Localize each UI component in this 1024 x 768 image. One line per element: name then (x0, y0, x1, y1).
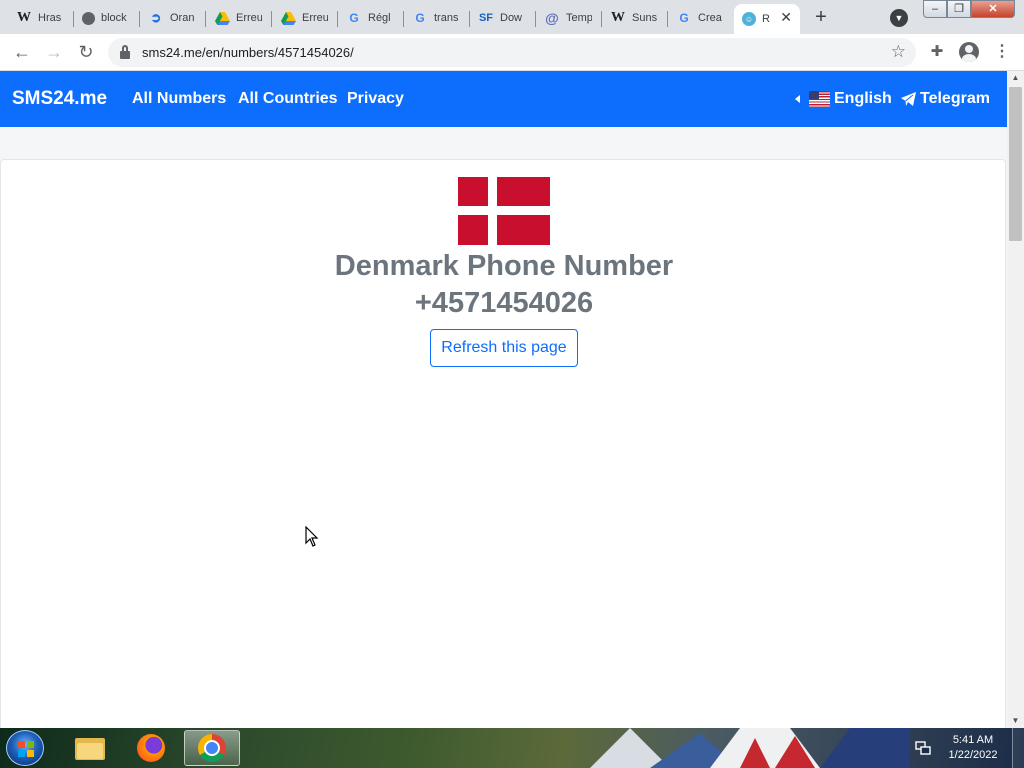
chat-bubble-icon: ☺ (742, 12, 756, 26)
window-controls: – ❐ ✕ (923, 0, 1015, 20)
google-drive-icon (280, 10, 296, 26)
firefox-icon (137, 734, 165, 762)
new-tab-button[interactable]: + (808, 5, 834, 31)
show-desktop-button[interactable] (1012, 728, 1024, 768)
denmark-flag-icon (458, 177, 550, 245)
profile-avatar-icon[interactable] (959, 42, 979, 62)
tab-label: Temp (566, 12, 592, 24)
lock-icon[interactable] (120, 45, 130, 59)
nav-link-all-numbers[interactable]: All Numbers (132, 90, 226, 108)
chrome-icon (198, 734, 226, 762)
browser-tab[interactable]: W Suns (602, 4, 668, 32)
tab-label: Régl (368, 12, 391, 24)
browser-tab[interactable]: ➲ Oran (140, 4, 206, 32)
site-brand-link[interactable]: SMS24.me (12, 88, 107, 110)
maximize-button[interactable]: ❐ (947, 0, 971, 18)
mouse-cursor-icon (305, 526, 319, 547)
browser-tab[interactable]: Erreu (272, 4, 338, 32)
clock-date: 1/22/2022 (948, 749, 998, 761)
browser-tab[interactable]: @ Temp (536, 4, 602, 32)
url-text[interactable]: sms24.me/en/numbers/4571454026/ (142, 45, 354, 60)
wikipedia-icon: W (611, 10, 625, 25)
minimize-button[interactable]: – (923, 0, 947, 18)
site-navbar: SMS24.me All Numbers All Countries Priva… (0, 71, 1007, 127)
browser-tab[interactable]: G trans (404, 4, 470, 32)
browser-tab[interactable]: Erreu (206, 4, 272, 32)
tab-label: Erreu (302, 12, 328, 24)
back-arrow-icon[interactable]: ← (10, 41, 34, 65)
tab-label: Oran (170, 12, 195, 24)
us-flag-icon[interactable] (809, 91, 830, 107)
clock-time: 5:41 AM (952, 734, 994, 746)
tab-label: R (762, 13, 770, 25)
tab-label: Crea (698, 12, 722, 24)
bookmark-star-icon[interactable]: ☆ (891, 42, 906, 62)
swirl-icon: ➲ (150, 10, 162, 25)
windows-taskbar: 5:41 AM 1/22/2022 (0, 728, 1024, 768)
reload-icon[interactable]: ↻ (74, 41, 98, 65)
folder-icon (75, 736, 105, 760)
browser-tab-active[interactable]: ☺ R ✕ (734, 4, 800, 34)
globe-icon (82, 11, 95, 25)
system-clock[interactable]: 5:41 AM 1/22/2022 (940, 733, 1006, 763)
tab-search-icon[interactable]: ▼ (890, 9, 908, 27)
wikipedia-icon: W (17, 10, 31, 25)
scroll-up-icon[interactable]: ▲ (1007, 71, 1024, 85)
start-button[interactable] (6, 730, 44, 766)
network-tray-icon[interactable] (915, 740, 931, 756)
google-icon: G (679, 11, 689, 25)
google-icon: G (349, 11, 359, 25)
tab-label: block (101, 12, 127, 24)
wallpaper-graphic (590, 728, 910, 768)
browser-tab[interactable]: SF Dow (470, 4, 536, 32)
forward-arrow-icon[interactable]: → (42, 41, 66, 65)
google-icon: G (415, 11, 425, 25)
browser-toolbar: ← → ↻ sms24.me/en/numbers/4571454026/ ☆ … (0, 34, 1024, 71)
nav-link-privacy[interactable]: Privacy (347, 90, 404, 108)
browser-tab-strip: W Hras block ➲ Oran Erreu Erreu G Régl G… (0, 0, 1024, 34)
tab-label: trans (434, 12, 459, 24)
page-viewport: SMS24.me All Numbers All Countries Priva… (0, 71, 1024, 728)
address-bar[interactable]: sms24.me/en/numbers/4571454026/ ☆ (108, 38, 916, 67)
scroll-down-icon[interactable]: ▼ (1007, 714, 1024, 728)
scroll-thumb[interactable] (1009, 87, 1022, 241)
refresh-page-button[interactable]: Refresh this page (430, 329, 578, 367)
taskbar-app-firefox[interactable] (123, 730, 179, 766)
menu-kebab-icon[interactable]: ⋮ (992, 42, 1012, 62)
taskbar-app-explorer[interactable] (62, 730, 118, 766)
language-dropdown[interactable]: English (834, 90, 892, 108)
browser-tab[interactable]: G Régl (338, 4, 404, 32)
browser-tab[interactable]: block (74, 4, 140, 32)
browser-tab[interactable]: W Hras (8, 4, 74, 32)
telegram-icon[interactable] (901, 92, 916, 106)
taskbar-app-chrome[interactable] (184, 730, 240, 766)
nav-link-all-countries[interactable]: All Countries (238, 90, 338, 108)
tab-label: Dow (500, 12, 523, 24)
extensions-puzzle-icon[interactable]: ✚ (927, 42, 947, 62)
close-window-button[interactable]: ✕ (971, 0, 1015, 18)
telegram-link[interactable]: Telegram (920, 90, 990, 108)
page-title: Denmark Phone Number (334, 250, 674, 282)
page-scrollbar[interactable]: ▲ ▼ (1007, 71, 1024, 728)
at-sign-icon: @ (545, 10, 559, 26)
tab-label: Suns (632, 12, 658, 24)
tab-label: Erreu (236, 12, 262, 24)
phone-number-card: Denmark Phone Number +4571454026 Refresh… (0, 159, 1006, 728)
phone-number: +4571454026 (414, 287, 594, 319)
browser-tab[interactable]: G Crea (668, 4, 734, 32)
sourceforge-icon: SF (478, 12, 494, 24)
windows-logo-icon (18, 741, 34, 757)
language-caret-icon[interactable] (795, 95, 800, 103)
close-tab-icon[interactable]: ✕ (780, 9, 792, 26)
tab-label: Hras (38, 12, 62, 24)
google-drive-icon (214, 10, 230, 26)
